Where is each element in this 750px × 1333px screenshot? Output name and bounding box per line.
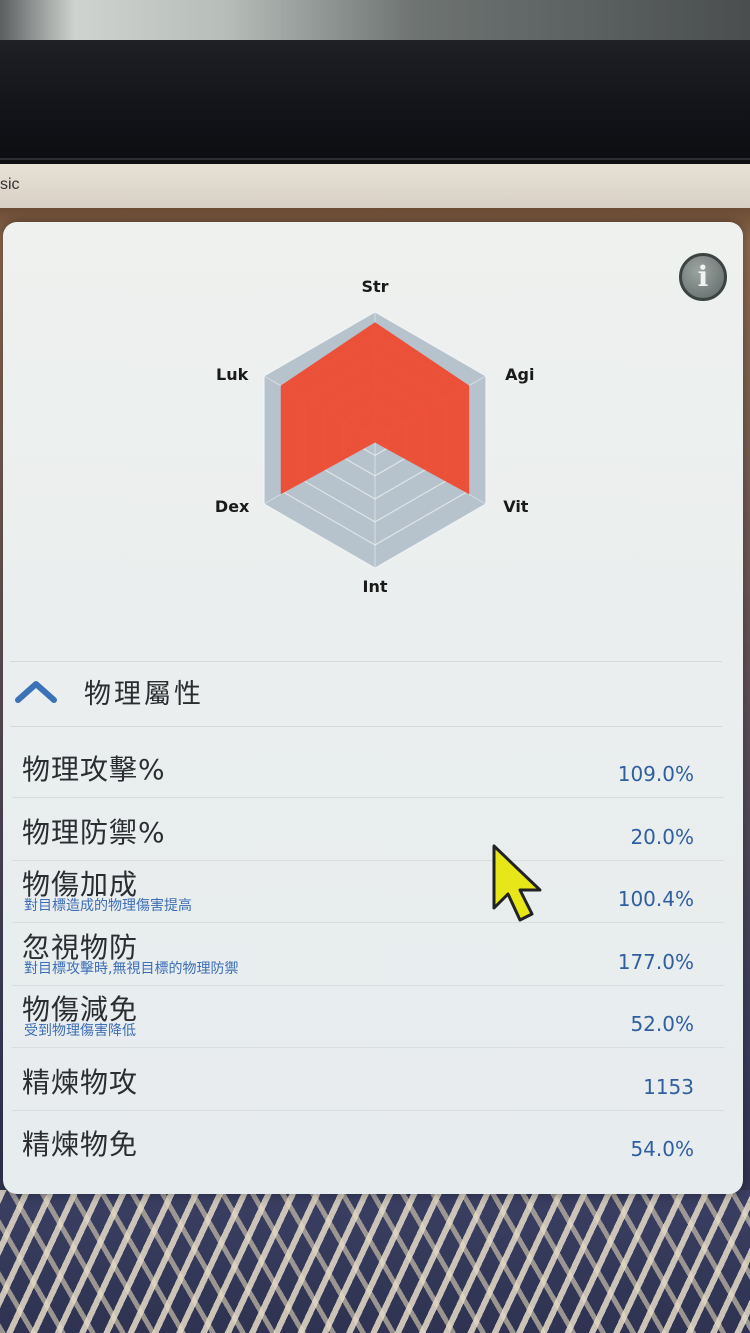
- stat-value: 1153: [643, 1074, 694, 1099]
- stat-row: 精煉物攻 1153: [12, 1051, 724, 1113]
- stat-label: 物理攻擊%: [22, 753, 166, 786]
- radar-axis-label-luk: Luk: [216, 365, 249, 384]
- radar-axis-label-agi: Agi: [505, 365, 534, 384]
- stat-row: 忽視物防 對目標攻擊時,無視目標的物理防禦 177.0%: [12, 926, 724, 988]
- stat-value: 109.0%: [617, 762, 694, 786]
- divider: [12, 859, 724, 861]
- radar-axis-label-int: Int: [363, 577, 388, 596]
- divider: [12, 984, 724, 986]
- stat-value: 177.0%: [617, 949, 694, 974]
- radar-axis-label-vit: Vit: [503, 497, 529, 516]
- radar-axis-label-str: Str: [361, 277, 388, 296]
- stat-row: 物理防禦% 20.0%: [12, 801, 724, 863]
- mouse-cursor-icon: [492, 844, 542, 922]
- window-title: sic: [0, 176, 20, 193]
- stat-row: 物理攻擊% 109.0%: [12, 738, 724, 800]
- stat-description: 對目標攻擊時,無視目標的物理防禦: [24, 960, 239, 977]
- radar-axis-label-dex: Dex: [215, 497, 250, 516]
- stat-description: 對目標造成的物理傷害提高: [24, 898, 192, 914]
- stat-value: 100.4%: [617, 887, 694, 911]
- stat-value: 20.0%: [630, 824, 694, 849]
- game-scenery: [0, 1190, 750, 1333]
- stat-label: 精煉物免: [22, 1128, 139, 1161]
- info-icon: i: [697, 260, 709, 293]
- stat-label: 物理防禦%: [22, 815, 166, 849]
- stat-row: 物傷加成 對目標造成的物理傷害提高 100.4%: [12, 863, 724, 925]
- info-button[interactable]: i: [679, 253, 727, 301]
- divider: [12, 797, 724, 798]
- divider: [10, 661, 722, 662]
- stat-value: 52.0%: [630, 1012, 694, 1036]
- divider: [12, 1047, 724, 1048]
- section-title: 物理屬性: [84, 679, 204, 710]
- stat-value: 54.0%: [630, 1137, 694, 1161]
- stat-label: 精煉物攻: [22, 1065, 139, 1099]
- divider: [10, 726, 722, 727]
- section-header-physical[interactable]: 物理屬性: [12, 668, 722, 716]
- chevron-up-icon: [15, 681, 57, 703]
- stat-row: 物傷減免 受到物理傷害降低 52.0%: [12, 988, 724, 1050]
- stat-description: 受到物理傷害降低: [24, 1023, 136, 1039]
- divider: [12, 922, 724, 923]
- stat-row: 精煉物免 54.0%: [12, 1113, 724, 1175]
- background-wall: [0, 0, 750, 42]
- window-title-bar: sic: [0, 164, 750, 210]
- monitor-bezel: [0, 40, 750, 165]
- divider: [12, 1109, 724, 1111]
- attribute-radar-chart: Str Agi Vit Int Dex Luk: [215, 277, 535, 596]
